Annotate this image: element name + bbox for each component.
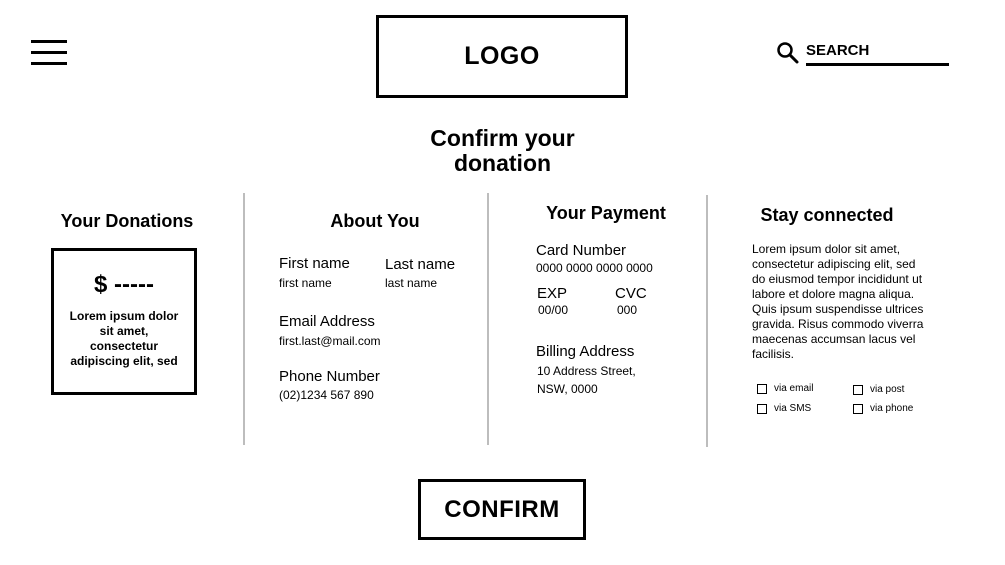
via-post-checkbox[interactable] (853, 384, 863, 395)
option-via-sms[interactable]: via SMS (757, 403, 811, 414)
column-divider (487, 193, 489, 445)
via-phone-checkbox[interactable] (853, 403, 863, 414)
option-via-phone[interactable]: via phone (853, 403, 913, 414)
page-title-line1: Confirm your (430, 125, 575, 151)
exp-label: EXP (537, 285, 568, 302)
phone-value: (02)1234 567 890 (279, 388, 374, 402)
column-divider (706, 195, 708, 447)
option-via-email[interactable]: via email (757, 383, 813, 394)
via-email-checkbox[interactable] (757, 383, 767, 394)
billing-address-label: Billing Address (536, 343, 635, 360)
payment-title: Your Payment (546, 203, 666, 223)
menu-bar (31, 40, 67, 43)
last-name-value: last name (385, 276, 438, 290)
donation-amount: $ ----- (94, 271, 154, 298)
menu-icon[interactable] (31, 40, 67, 66)
via-sms-label: via SMS (774, 403, 812, 414)
card-number-value: 0000 0000 0000 0000 (536, 261, 653, 275)
billing-address-line2: NSW, 0000 (537, 382, 598, 396)
logo[interactable]: LOGO (376, 15, 628, 98)
donation-description: Lorem ipsum dolor sit amet, consectetur … (69, 309, 179, 368)
option-via-post[interactable]: via post (853, 384, 904, 395)
menu-bar (31, 51, 67, 54)
connect-description: Lorem ipsum dolor sit amet, consectetur … (752, 242, 924, 361)
donations-title: Your Donations (60, 211, 194, 231)
search-icon[interactable] (776, 41, 800, 65)
page-title-line2: donation (453, 150, 552, 176)
card-number-label: Card Number (536, 242, 627, 259)
via-sms-checkbox[interactable] (757, 403, 767, 414)
donation-summary-box: $ ----- Lorem ipsum dolor sit amet, cons… (51, 248, 197, 395)
last-name-label: Last name (385, 256, 456, 273)
email-label: Email Address (279, 313, 375, 330)
exp-value: 00/00 (538, 303, 569, 317)
search-input[interactable] (806, 40, 949, 66)
billing-address-line1: 10 Address Street, (537, 364, 636, 378)
email-value: first.last@mail.com (279, 334, 381, 348)
via-phone-label: via phone (870, 403, 914, 414)
about-title: About You (330, 211, 420, 231)
search-bar (776, 40, 950, 68)
connect-title: Stay connected (760, 205, 894, 225)
phone-label: Phone Number (279, 368, 380, 385)
cvc-value: 000 (617, 303, 638, 317)
first-name-label: First name (279, 255, 350, 272)
cvc-label: CVC (615, 285, 647, 302)
confirm-button[interactable]: CONFIRM (418, 479, 586, 540)
via-post-label: via post (870, 384, 905, 395)
column-divider (243, 193, 245, 445)
first-name-value: first name (279, 276, 332, 290)
page-title: Confirm your donation (375, 126, 630, 176)
via-email-label: via email (774, 383, 814, 394)
menu-bar (31, 62, 67, 65)
